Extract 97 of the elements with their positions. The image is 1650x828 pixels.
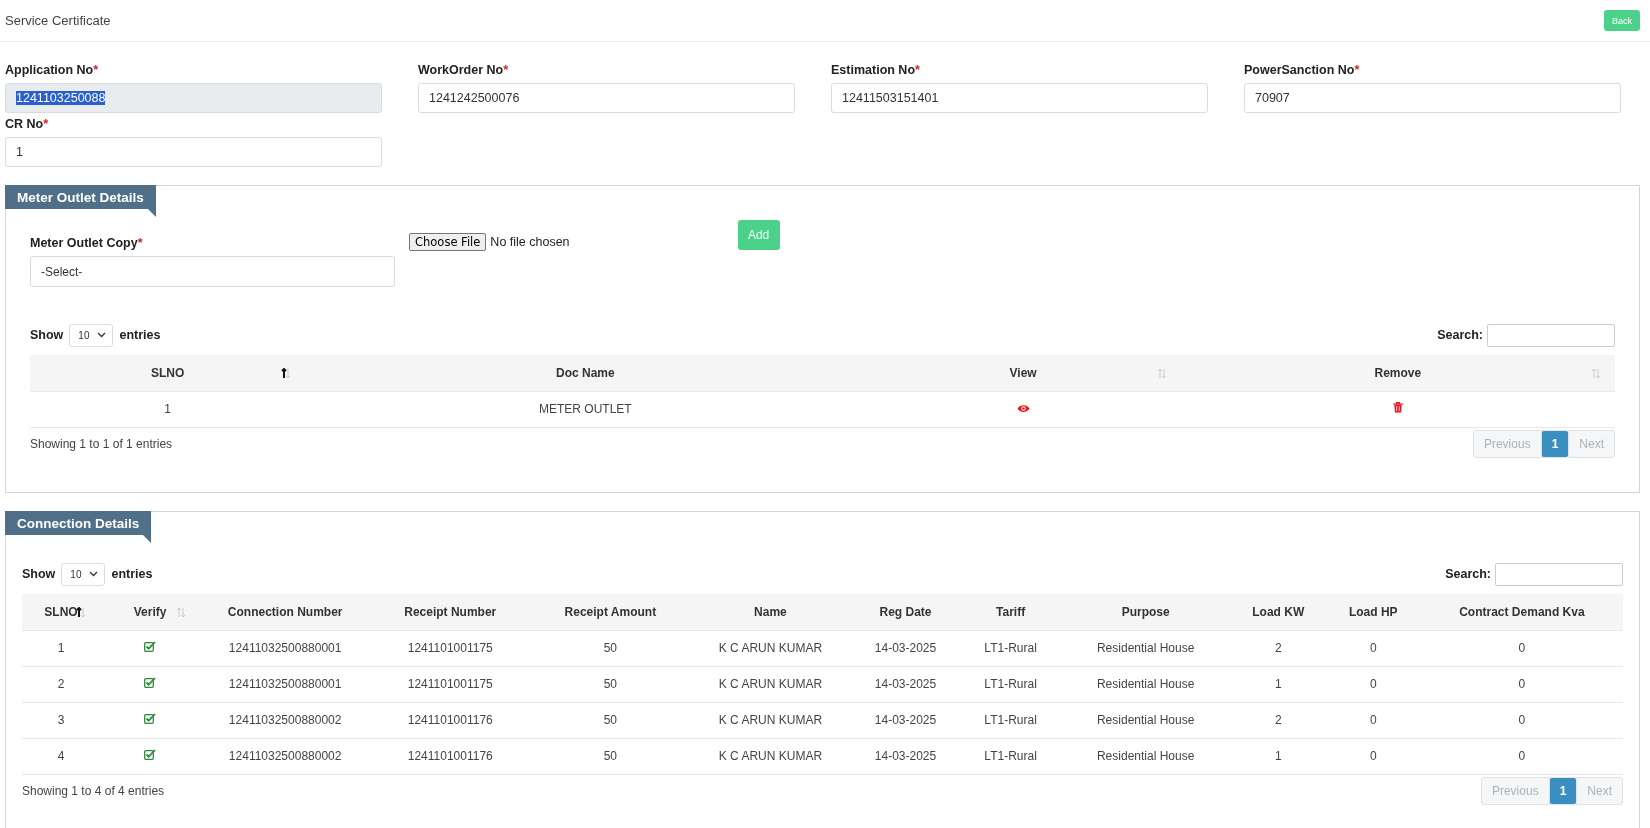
column-header[interactable]: Receipt Amount	[530, 594, 691, 630]
search-field[interactable]	[1487, 323, 1615, 347]
column-header[interactable]: SLNO	[30, 355, 306, 391]
table-cell: LT1-Rural	[960, 702, 1061, 738]
table-cell: 0	[1325, 702, 1421, 738]
column-header[interactable]: Name	[690, 594, 851, 630]
table-cell: 3	[22, 702, 101, 738]
column-header[interactable]: View	[865, 355, 1181, 391]
table-cell: K C ARUN KUMAR	[690, 666, 851, 702]
table-cell: LT1-Rural	[960, 666, 1061, 702]
table-cell: K C ARUN KUMAR	[690, 702, 851, 738]
field-label: Meter Outlet Copy*	[30, 235, 144, 252]
table-cell: 12411032500880001	[200, 666, 371, 702]
column-header[interactable]: Load HP	[1325, 594, 1421, 630]
field-label: PowerSanction No*	[1244, 62, 1361, 79]
table-cell: Residential House	[1060, 630, 1231, 666]
column-header[interactable]: Reg Date	[850, 594, 961, 630]
eye-icon[interactable]	[1016, 404, 1030, 414]
table-cell: 1241101001175	[370, 666, 531, 702]
chevron-down-icon	[89, 571, 99, 577]
column-header[interactable]: Contract Demand Kva	[1420, 594, 1623, 630]
table-cell: 12411032500880002	[200, 702, 371, 738]
column-header[interactable]: SLNO	[22, 594, 101, 630]
search-label: Search:	[1437, 328, 1483, 342]
input-field[interactable]: 1241103250088	[5, 83, 382, 113]
entries-label: entries	[119, 328, 161, 342]
table-cell: 50	[530, 666, 691, 702]
table-cell: Residential House	[1060, 738, 1231, 774]
table-cell: 1241101001176	[370, 702, 531, 738]
field-label: Estimation No*	[831, 62, 921, 79]
table-cell: 0	[1420, 738, 1623, 774]
table-cell: 50	[530, 738, 691, 774]
sort-icon[interactable]	[76, 607, 87, 618]
column-header[interactable]: Tariff	[960, 594, 1061, 630]
chevron-down-icon	[97, 332, 107, 338]
column-header[interactable]: Verify	[100, 594, 201, 630]
column-header[interactable]: Connection Number	[200, 594, 371, 630]
page-size-select[interactable]: 10	[61, 562, 106, 586]
search-label: Search:	[1445, 567, 1491, 581]
file-status: No file chosen	[490, 235, 570, 249]
column-header[interactable]: Load KW	[1230, 594, 1326, 630]
table-cell: 2	[22, 666, 101, 702]
search-field[interactable]	[1495, 562, 1623, 586]
table-cell: 0	[1420, 666, 1623, 702]
table-cell: 1	[22, 630, 101, 666]
select-field[interactable]: -Select-	[30, 256, 395, 287]
table-cell: 50	[530, 630, 691, 666]
table-cell: 2	[1230, 702, 1326, 738]
input-field[interactable]: 70907	[1244, 83, 1621, 113]
table-cell: 2	[1230, 630, 1326, 666]
table-cell: METER OUTLET	[305, 391, 866, 427]
table-cell: 0	[1420, 702, 1623, 738]
table-cell: 14-03-2025	[850, 630, 961, 666]
table-cell: 50	[530, 702, 691, 738]
column-header[interactable]: Purpose	[1060, 594, 1231, 630]
column-header[interactable]: Receipt Number	[370, 594, 531, 630]
tab-corner-icon	[143, 535, 152, 543]
field-label: Application No*	[5, 62, 100, 79]
input-field[interactable]: 1	[5, 137, 382, 167]
page-title: Service Certificate	[5, 13, 111, 28]
table-cell: 12411032500880001	[200, 630, 371, 666]
tab-corner-icon	[147, 209, 156, 217]
table-cell: LT1-Rural	[960, 738, 1061, 774]
column-header[interactable]: Remove	[1180, 355, 1615, 391]
table-cell: 1	[1230, 738, 1326, 774]
page-size-select[interactable]: 10	[69, 323, 114, 347]
input-field[interactable]: 1241242500076	[418, 83, 795, 113]
input-field[interactable]: 12411503151401	[831, 83, 1208, 113]
table-cell: 14-03-2025	[850, 738, 961, 774]
table-cell: K C ARUN KUMAR	[690, 738, 851, 774]
table-cell: 14-03-2025	[850, 702, 961, 738]
sort-icon[interactable]	[281, 368, 292, 379]
table-cell: LT1-Rural	[960, 630, 1061, 666]
table-cell: 12411032500880002	[200, 738, 371, 774]
trash-icon[interactable]	[1392, 402, 1403, 414]
column-header[interactable]: Doc Name	[305, 355, 866, 391]
table-cell: Residential House	[1060, 702, 1231, 738]
choose-file-button[interactable]: Choose File	[409, 233, 487, 251]
table-cell: 0	[1325, 738, 1421, 774]
entries-label: entries	[111, 567, 153, 581]
field-label: CR No*	[5, 116, 50, 133]
show-label: Show	[30, 328, 64, 342]
table-cell: Residential House	[1060, 666, 1231, 702]
table-cell: 1241101001175	[370, 630, 531, 666]
field-label: WorkOrder No*	[418, 62, 510, 79]
table-cell: K C ARUN KUMAR	[690, 630, 851, 666]
table-cell: 14-03-2025	[850, 666, 961, 702]
table-cell: 0	[1420, 630, 1623, 666]
table-cell: 1241101001176	[370, 738, 531, 774]
table-cell: 1	[30, 391, 306, 427]
table-cell: 1	[1230, 666, 1326, 702]
table-cell: 0	[1325, 666, 1421, 702]
table-info: Showing 1 to 1 of 1 entries	[30, 437, 173, 451]
show-label: Show	[22, 567, 56, 581]
table-cell: 0	[1325, 630, 1421, 666]
table-info: Showing 1 to 4 of 4 entries	[22, 784, 165, 798]
table-cell: 4	[22, 738, 101, 774]
